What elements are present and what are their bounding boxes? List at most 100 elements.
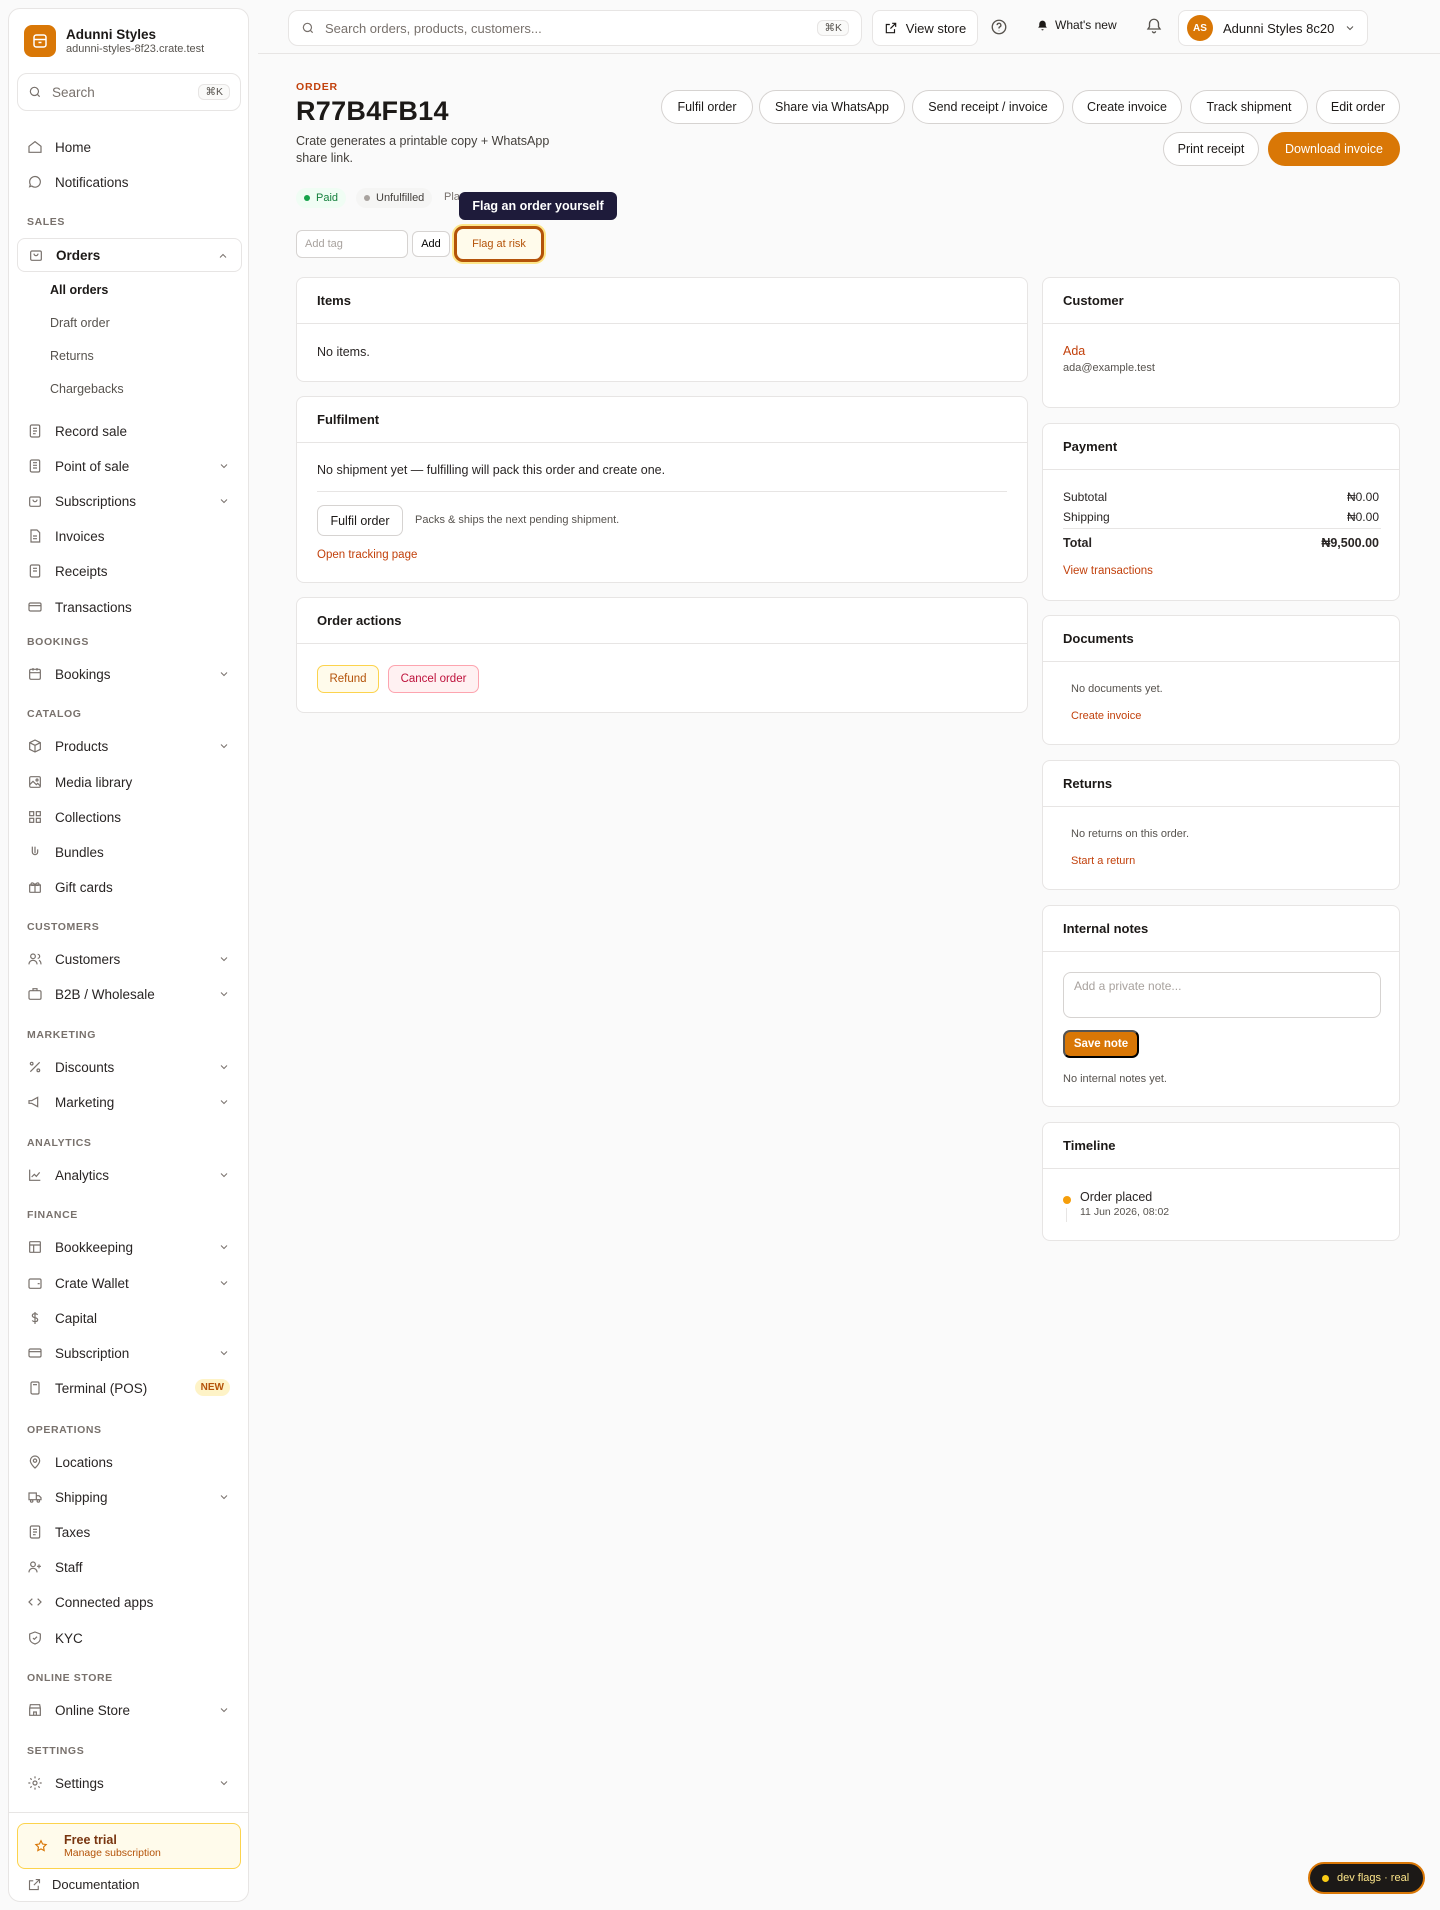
sidebar-item-label: Connected apps — [55, 1594, 154, 1610]
sidebar-sub-all-orders[interactable]: All orders — [50, 280, 108, 300]
sidebar-item-capital[interactable]: Capital — [17, 1301, 242, 1335]
documents-card: Documents No documents yet. Create invoi… — [1042, 615, 1400, 745]
sidebar-item-label: Marketing — [55, 1094, 115, 1110]
create-invoice-link[interactable]: Create invoice — [1071, 710, 1141, 722]
sidebar-item-products[interactable]: Products — [17, 729, 242, 763]
section-marketing: MARKETING — [27, 1029, 96, 1041]
credit-card-icon — [27, 1345, 43, 1361]
create-invoice-button[interactable]: Create invoice — [1072, 90, 1182, 124]
sidebar-item-terminal-pos[interactable]: Terminal (POS) NEW — [17, 1371, 242, 1405]
account-switcher[interactable]: AS Adunni Styles 8c20 — [1178, 10, 1368, 46]
sidebar-sub-draft-order[interactable]: Draft order — [50, 313, 110, 333]
cancel-order-button[interactable]: Cancel order — [388, 665, 479, 693]
external-link-icon — [884, 21, 898, 35]
chevron-down-icon — [218, 1491, 230, 1503]
topbar: Search orders, products, customers... ⌘K… — [258, 0, 1440, 54]
sidebar-item-bookings[interactable]: Bookings — [17, 657, 242, 691]
sidebar-item-invoices[interactable]: Invoices — [17, 519, 242, 553]
fulfil-order-button[interactable]: Fulfil order — [661, 90, 753, 124]
sidebar-sub-chargebacks[interactable]: Chargebacks — [50, 379, 124, 399]
sidebar-item-home[interactable]: Home — [17, 130, 242, 164]
sidebar-item-orders[interactable]: Orders — [17, 238, 242, 272]
help-icon[interactable] — [990, 18, 1008, 36]
brand[interactable]: Adunni Styles adunni-styles-8f23.crate.t… — [24, 25, 204, 57]
sidebar-item-transactions[interactable]: Transactions — [17, 590, 242, 624]
sidebar-item-label: Media library — [55, 774, 133, 790]
start-return-link[interactable]: Start a return — [1071, 855, 1135, 867]
sidebar-item-customers[interactable]: Customers — [17, 942, 242, 976]
documentation-link[interactable]: Documentation — [27, 1877, 139, 1892]
payment-row-shipping: Shipping ₦0.00 — [1063, 510, 1379, 524]
payment-row-label: Shipping — [1063, 510, 1110, 524]
sidebar-item-label: KYC — [55, 1630, 83, 1646]
view-transactions-link[interactable]: View transactions — [1063, 565, 1153, 577]
order-actions-card: Order actions Refund Cancel order — [296, 597, 1028, 713]
sidebar-item-bundles[interactable]: Bundles — [17, 835, 242, 869]
users-icon — [27, 951, 43, 967]
private-note-textarea[interactable]: Add a private note... — [1063, 972, 1381, 1018]
open-tracking-link[interactable]: Open tracking page — [317, 549, 417, 561]
sidebar-item-b2b-wholesale[interactable]: B2B / Wholesale — [17, 977, 242, 1011]
sidebar-item-settings[interactable]: Settings — [17, 1766, 242, 1800]
status-dot — [364, 195, 370, 201]
sidebar-item-crate-wallet[interactable]: Crate Wallet — [17, 1266, 242, 1300]
sidebar-item-notifications[interactable]: Notifications — [17, 165, 242, 199]
send-receipt-button[interactable]: Send receipt / invoice — [912, 90, 1064, 124]
print-receipt-button[interactable]: Print receipt — [1163, 132, 1259, 166]
sidebar-item-staff[interactable]: Staff — [17, 1550, 242, 1584]
notifications-bell-icon[interactable] — [1145, 17, 1163, 35]
chevron-up-icon — [217, 250, 229, 262]
whats-new-label: What's new — [1055, 18, 1117, 32]
sidebar-item-label: Home — [55, 139, 92, 155]
flag-at-risk-button[interactable]: Flag at risk — [454, 226, 544, 262]
sidebar-item-shipping[interactable]: Shipping — [17, 1480, 242, 1514]
box-icon — [27, 738, 43, 754]
sidebar-item-analytics[interactable]: Analytics — [17, 1158, 242, 1192]
download-invoice-button[interactable]: Download invoice — [1268, 132, 1400, 166]
dev-flags-pill[interactable]: dev flags · real — [1308, 1862, 1425, 1894]
sidebar-item-subscription[interactable]: Subscription — [17, 1336, 242, 1370]
returns-empty-text: No returns on this order. — [1071, 828, 1190, 840]
share-whatsapp-button[interactable]: Share via WhatsApp — [759, 90, 905, 124]
free-trial-card[interactable]: Free trial Manage subscription — [17, 1823, 241, 1869]
sidebar-item-label: Staff — [55, 1559, 83, 1575]
sidebar-item-label: Collections — [55, 809, 122, 825]
sidebar-item-marketing[interactable]: Marketing — [17, 1085, 242, 1119]
sidebar-item-label: Products — [55, 738, 109, 754]
sidebar-item-receipts[interactable]: Receipts — [17, 554, 242, 588]
track-shipment-button[interactable]: Track shipment — [1190, 90, 1308, 124]
store-logo-icon — [24, 25, 56, 57]
sidebar-item-kyc[interactable]: KYC — [17, 1621, 242, 1655]
sidebar-item-taxes[interactable]: Taxes — [17, 1515, 242, 1549]
sidebar-item-bookkeeping[interactable]: Bookkeeping — [17, 1230, 242, 1264]
sidebar-item-record-sale[interactable]: Record sale — [17, 414, 242, 448]
sidebar-item-gift-cards[interactable]: Gift cards — [17, 870, 242, 904]
save-note-button[interactable]: Save note — [1063, 1030, 1139, 1058]
sidebar-item-locations[interactable]: Locations — [17, 1445, 242, 1479]
sidebar-item-connected-apps[interactable]: Connected apps — [17, 1585, 242, 1619]
whats-new-button[interactable]: What's new — [1036, 18, 1117, 32]
location-pin-icon — [27, 1454, 43, 1470]
view-store-button[interactable]: View store — [872, 10, 978, 46]
sidebar-item-label: Bookings — [55, 666, 111, 682]
sidebar-item-label: Gift cards — [55, 879, 113, 895]
sidebar-item-subscriptions[interactable]: Subscriptions — [17, 484, 242, 518]
sidebar-search[interactable]: Search ⌘K — [17, 73, 241, 111]
customer-name-link[interactable]: Ada — [1063, 344, 1085, 358]
fulfil-order-inline-button[interactable]: Fulfil order — [317, 505, 403, 536]
sidebar-item-point-of-sale[interactable]: Point of sale — [17, 449, 242, 483]
payment-row-total: Total ₦9,500.00 — [1063, 536, 1379, 550]
payment-total-label: Total — [1063, 536, 1092, 550]
refund-button[interactable]: Refund — [317, 665, 379, 693]
sidebar-item-discounts[interactable]: Discounts — [17, 1050, 242, 1084]
manage-subscription-link[interactable]: Manage subscription — [64, 1847, 161, 1859]
sidebar-sub-returns[interactable]: Returns — [50, 346, 94, 366]
edit-order-button[interactable]: Edit order — [1316, 90, 1400, 124]
add-tag-input[interactable]: Add tag — [296, 230, 408, 258]
add-tag-button[interactable]: Add — [412, 231, 450, 257]
sidebar-item-collections[interactable]: Collections — [17, 800, 242, 834]
global-search-input[interactable]: Search orders, products, customers... ⌘K — [288, 10, 862, 46]
sidebar-item-online-store[interactable]: Online Store — [17, 1693, 242, 1727]
chevron-down-icon — [218, 1777, 230, 1789]
sidebar-item-media-library[interactable]: Media library — [17, 765, 242, 799]
